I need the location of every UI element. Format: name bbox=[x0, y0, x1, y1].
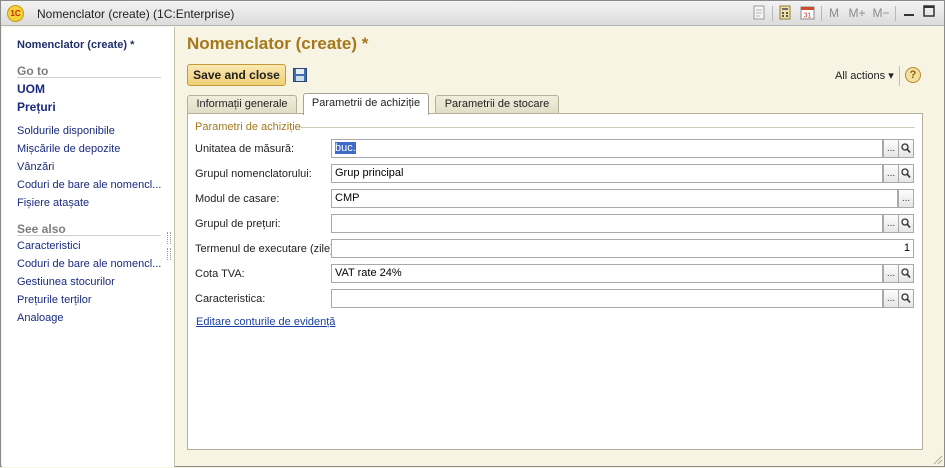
cota-tva-select-button[interactable]: ... bbox=[883, 264, 899, 283]
unitatea-search-icon[interactable] bbox=[898, 139, 914, 158]
modul-casare-input[interactable]: CMP bbox=[331, 189, 898, 208]
title-bar: 1C Nomenclator (create) (1C:Enterprise) … bbox=[1, 1, 944, 26]
all-actions-menu[interactable]: All actions ▾ bbox=[835, 69, 894, 82]
grupul-preturi-search-icon[interactable] bbox=[898, 214, 914, 233]
toolbar-separator bbox=[821, 6, 822, 21]
document-icon[interactable] bbox=[751, 5, 767, 22]
grupul-nomenclatorului-select-button[interactable]: ... bbox=[883, 164, 899, 183]
page-title: Nomenclator (create) * bbox=[187, 34, 369, 53]
calculator-icon[interactable] bbox=[777, 5, 793, 22]
seealso-divider bbox=[17, 235, 161, 236]
tab-parametrii-achizitie[interactable]: Parametrii de achiziție bbox=[303, 93, 429, 115]
unitatea-select-button[interactable]: ... bbox=[883, 139, 899, 158]
toolbar-separator bbox=[772, 6, 773, 21]
field-label-termenul-executare: Termenul de executare (zile): bbox=[195, 243, 337, 255]
field-label-grupul-nomenclatorului: Grupul nomenclatorului: bbox=[195, 168, 312, 180]
memory-plus-icon[interactable]: M+ bbox=[847, 5, 867, 22]
cota-tva-input[interactable]: VAT rate 24% bbox=[331, 264, 883, 283]
nav-item-preturi[interactable]: Prețuri bbox=[17, 100, 56, 114]
modul-casare-select-button[interactable]: ... bbox=[898, 189, 914, 208]
nav-link-caracteristici[interactable]: Caracteristici bbox=[17, 240, 81, 252]
termenul-executare-input[interactable]: 1 bbox=[331, 239, 914, 258]
maximize-icon[interactable] bbox=[921, 5, 937, 22]
save-and-close-button[interactable]: Save and close bbox=[187, 64, 286, 86]
caracteristica-search-icon[interactable] bbox=[898, 289, 914, 308]
field-label-grupul-preturi: Grupul de prețuri: bbox=[195, 218, 281, 230]
toolbar-separator bbox=[899, 66, 900, 86]
seealso-heading: See also bbox=[17, 222, 66, 236]
tab-parametrii-stocare[interactable]: Parametrii de stocare bbox=[435, 95, 559, 114]
caracteristica-select-button[interactable]: ... bbox=[883, 289, 899, 308]
nav-link-preturile-tertilor[interactable]: Prețurile terților bbox=[17, 294, 92, 306]
grupul-nomenclatorului-input[interactable]: Grup principal bbox=[331, 164, 883, 183]
group-divider bbox=[299, 127, 915, 128]
field-label-modul-casare: Modul de casare: bbox=[195, 193, 280, 205]
memory-m-icon[interactable]: M bbox=[827, 5, 841, 22]
grupul-preturi-select-button[interactable]: ... bbox=[883, 214, 899, 233]
memory-minus-icon[interactable]: M− bbox=[871, 5, 891, 22]
edit-accounts-link[interactable]: Editare conturile de evidență bbox=[196, 316, 335, 328]
field-label-unitatea: Unitatea de măsură: bbox=[195, 143, 295, 155]
goto-heading: Go to bbox=[17, 64, 49, 78]
unitatea-masura-value: buc. bbox=[335, 142, 356, 154]
nav-link-coduri-bare[interactable]: Coduri de bare ale nomencl... bbox=[17, 179, 161, 191]
calendar-day: 31 bbox=[803, 13, 811, 20]
group-title: Parametri de achiziție bbox=[195, 121, 301, 133]
toolbar-separator bbox=[895, 6, 896, 21]
field-label-caracteristica: Caracteristica: bbox=[195, 293, 266, 305]
nav-link-coduri-bare-2[interactable]: Coduri de bare ale nomencl... bbox=[17, 258, 161, 270]
panel-resize-grip[interactable] bbox=[167, 232, 171, 244]
grupul-preturi-input[interactable] bbox=[331, 214, 883, 233]
panel-resize-grip[interactable] bbox=[167, 248, 171, 260]
unitatea-masura-input[interactable]: buc. bbox=[331, 139, 883, 158]
caracteristica-input[interactable] bbox=[331, 289, 883, 308]
save-icon[interactable] bbox=[293, 68, 307, 82]
cota-tva-search-icon[interactable] bbox=[898, 264, 914, 283]
calendar-icon[interactable]: 31 bbox=[799, 5, 815, 22]
nav-link-analoage[interactable]: Analoage bbox=[17, 312, 64, 324]
minimize-icon[interactable] bbox=[901, 5, 917, 22]
nav-link-vanzari[interactable]: Vânzări bbox=[17, 161, 54, 173]
nav-link-fisiere[interactable]: Fișiere atașate bbox=[17, 197, 89, 209]
nav-link-soldurile[interactable]: Soldurile disponibile bbox=[17, 125, 115, 137]
nav-link-miscarile[interactable]: Mișcările de depozite bbox=[17, 143, 120, 155]
nav-link-gestiunea[interactable]: Gestiunea stocurilor bbox=[17, 276, 115, 288]
nav-form-title[interactable]: Nomenclator (create) * bbox=[17, 39, 134, 51]
goto-divider bbox=[17, 77, 161, 78]
grupul-nomenclatorului-search-icon[interactable] bbox=[898, 164, 914, 183]
window-resize-grip[interactable] bbox=[931, 453, 943, 465]
nav-item-uom[interactable]: UOM bbox=[17, 82, 45, 96]
window-title: Nomenclator (create) (1C:Enterprise) bbox=[37, 7, 235, 21]
tab-informatii-generale[interactable]: Informații generale bbox=[187, 95, 297, 114]
help-icon[interactable]: ? bbox=[905, 67, 921, 83]
app-logo-icon[interactable]: 1C bbox=[7, 5, 24, 22]
app-window: 1C Nomenclator (create) (1C:Enterprise) … bbox=[0, 0, 945, 467]
navigation-panel: Nomenclator (create) * Go to UOM Prețuri… bbox=[2, 27, 175, 467]
field-label-cota-tva: Cota TVA: bbox=[195, 268, 245, 280]
